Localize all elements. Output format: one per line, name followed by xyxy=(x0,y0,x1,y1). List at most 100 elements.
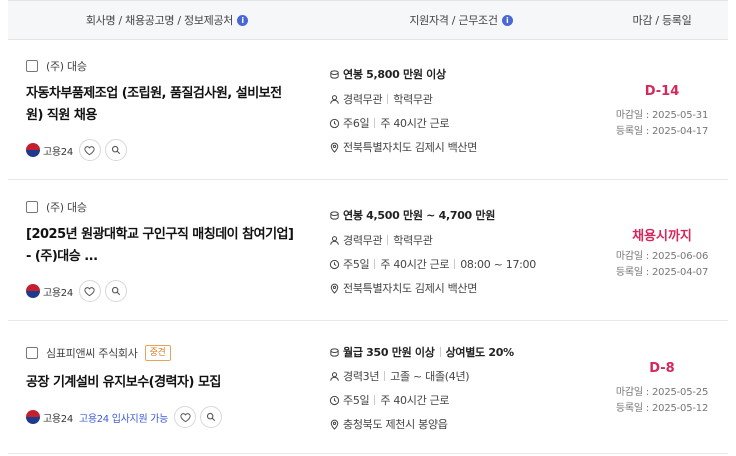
career-text: 경력무관 xyxy=(343,234,383,247)
career-text: 경력무관 xyxy=(343,93,383,106)
salary-text: 연봉 5,800 만원 이상 xyxy=(343,68,446,81)
search-button[interactable] xyxy=(104,280,127,302)
qualification-line: 경력무관 학력무관 xyxy=(328,91,433,107)
work-time-text: 08:00 ~ 17:00 xyxy=(460,257,536,271)
job-row: (주) 대승 자동차부품제조업 (조립원, 품질검사원, 설비보전 원) 직원 … xyxy=(8,40,728,180)
heart-icon xyxy=(84,286,96,296)
salary-line: 연봉 5,800 만원 이상 xyxy=(328,66,446,82)
location-pin-icon xyxy=(328,282,340,294)
coin-icon xyxy=(328,346,340,358)
dday-badge: 채용시까지 xyxy=(632,229,692,244)
work-hours-line: 주5일 주 40시간 근로 08:00 ~ 17:00 xyxy=(328,256,536,272)
heart-icon xyxy=(84,145,96,155)
job-title-line: 자동차부품제조업 (조립원, 품질검사원, 설비보전 xyxy=(26,86,282,101)
coin-icon xyxy=(328,68,340,80)
job-actions: 고용24 xyxy=(26,280,131,302)
government-logo-icon xyxy=(26,284,40,298)
heart-icon xyxy=(179,412,191,422)
company-line: (주) 대승 xyxy=(26,199,87,215)
company-line: (주) 대승 xyxy=(26,58,87,74)
header-col-company: 회사명 / 채용공고명 / 정보제공처 i xyxy=(8,1,326,39)
favorite-button[interactable] xyxy=(174,406,197,428)
apply-support-label: 고용24 입사지원 가능 xyxy=(78,413,169,425)
separator xyxy=(374,118,376,128)
work-days-text: 주5일 xyxy=(343,258,370,271)
job-title-line: - (주)대승 ... xyxy=(26,249,98,264)
government-logo-icon xyxy=(26,143,40,157)
source-label: 고용24 xyxy=(43,413,73,425)
job-title-line: 원) 직원 채용 xyxy=(26,108,97,123)
separator xyxy=(374,395,376,405)
company-name[interactable]: (주) 대승 xyxy=(46,199,87,215)
favorite-button[interactable] xyxy=(78,139,101,161)
deadline-date: 마감일 : 2025-05-25 xyxy=(615,387,709,398)
deadline-date: 마감일 : 2025-05-31 xyxy=(615,110,709,121)
location-text: 전북특별자치도 김제시 백산면 xyxy=(343,141,478,154)
person-icon xyxy=(328,234,340,246)
clock-icon xyxy=(328,117,340,129)
list-header: 회사명 / 채용공고명 / 정보제공처 i 지원자격 / 근무조건 i 마감 /… xyxy=(8,0,728,40)
work-hours-text: 주 40시간 근로 xyxy=(380,258,450,271)
location-line: 전북특별자치도 김제시 백산면 xyxy=(328,280,477,296)
location-line: 충청북도 제천시 봉양읍 xyxy=(328,416,448,432)
salary-text: 연봉 4,500 만원 ~ 4,700 만원 xyxy=(343,209,496,222)
career-text: 경력3년 xyxy=(343,370,380,383)
separator xyxy=(387,235,389,245)
company-name[interactable]: 심표피앤씨 주식회사 xyxy=(46,345,138,361)
clock-icon xyxy=(328,394,340,406)
education-text: 학력무관 xyxy=(393,234,433,247)
salary-line: 연봉 4,500 만원 ~ 4,700 만원 xyxy=(328,207,495,223)
job-title[interactable]: 자동차부품제조업 (조립원, 품질검사원, 설비보전 원) 직원 채용 xyxy=(26,83,296,127)
info-icon[interactable]: i xyxy=(501,14,513,26)
job-title[interactable]: [2025년 원광대학교 구인구직 매칭데이 참여기업] - (주)대승 ... xyxy=(26,224,296,268)
job-actions: 고용24 xyxy=(26,139,131,161)
salary-line: 월급 350 만원 이상 상여별도 20% xyxy=(328,344,514,360)
search-button[interactable] xyxy=(200,406,223,428)
work-hours-text: 주 40시간 근로 xyxy=(380,394,450,407)
person-icon xyxy=(328,370,340,382)
coin-icon xyxy=(328,209,340,221)
header-col-deadline-label: 마감 / 등록일 xyxy=(632,14,692,27)
search-icon xyxy=(111,145,121,155)
location-pin-icon xyxy=(328,418,340,430)
select-checkbox[interactable] xyxy=(26,347,38,359)
header-col-conditions-label: 지원자격 / 근무조건 xyxy=(409,14,498,27)
header-col-deadline: 마감 / 등록일 xyxy=(596,1,728,39)
select-checkbox[interactable] xyxy=(26,201,38,213)
registered-date: 등록일 : 2025-05-12 xyxy=(615,403,709,414)
company-size-tag: 중견 xyxy=(144,345,171,361)
search-icon xyxy=(111,286,121,296)
dday-badge: D-8 xyxy=(649,361,675,376)
info-icon[interactable]: i xyxy=(237,14,249,26)
separator xyxy=(454,259,456,269)
separator xyxy=(387,94,389,104)
work-hours-line: 주5일 주 40시간 근로 xyxy=(328,392,450,408)
qualification-line: 경력무관 학력무관 xyxy=(328,232,433,248)
person-icon xyxy=(328,93,340,105)
deadline-date: 마감일 : 2025-06-06 xyxy=(615,251,709,262)
separator xyxy=(374,259,376,269)
separator xyxy=(439,347,441,357)
job-title-line: [2025년 원광대학교 구인구직 매칭데이 참여기업] xyxy=(26,227,294,242)
header-col-company-label: 회사명 / 채용공고명 / 정보제공처 xyxy=(85,14,234,27)
work-hours-line: 주6일 주 40시간 근로 xyxy=(328,115,450,131)
header-col-conditions: 지원자격 / 근무조건 i xyxy=(326,1,596,39)
location-text: 충청북도 제천시 봉양읍 xyxy=(343,418,448,431)
source-label: 고용24 xyxy=(43,287,73,299)
registered-date: 등록일 : 2025-04-07 xyxy=(615,267,709,278)
company-line: 심표피앤씨 주식회사 중견 xyxy=(26,345,171,361)
job-row: (주) 대승 [2025년 원광대학교 구인구직 매칭데이 참여기업] - (주… xyxy=(8,181,728,321)
location-text: 전북특별자치도 김제시 백산면 xyxy=(343,282,478,295)
favorite-button[interactable] xyxy=(78,280,101,302)
search-button[interactable] xyxy=(104,139,127,161)
job-title[interactable]: 공장 기계설비 유지보수(경력자) 모집 xyxy=(26,372,296,394)
education-text: 학력무관 xyxy=(393,93,433,106)
location-pin-icon xyxy=(328,141,340,153)
company-name[interactable]: (주) 대승 xyxy=(46,58,87,74)
source-label: 고용24 xyxy=(43,146,73,158)
search-icon xyxy=(206,412,216,422)
select-checkbox[interactable] xyxy=(26,60,38,72)
government-logo-icon xyxy=(26,410,40,424)
work-days-text: 주5일 xyxy=(343,394,370,407)
bonus-text: 상여별도 20% xyxy=(445,346,515,359)
